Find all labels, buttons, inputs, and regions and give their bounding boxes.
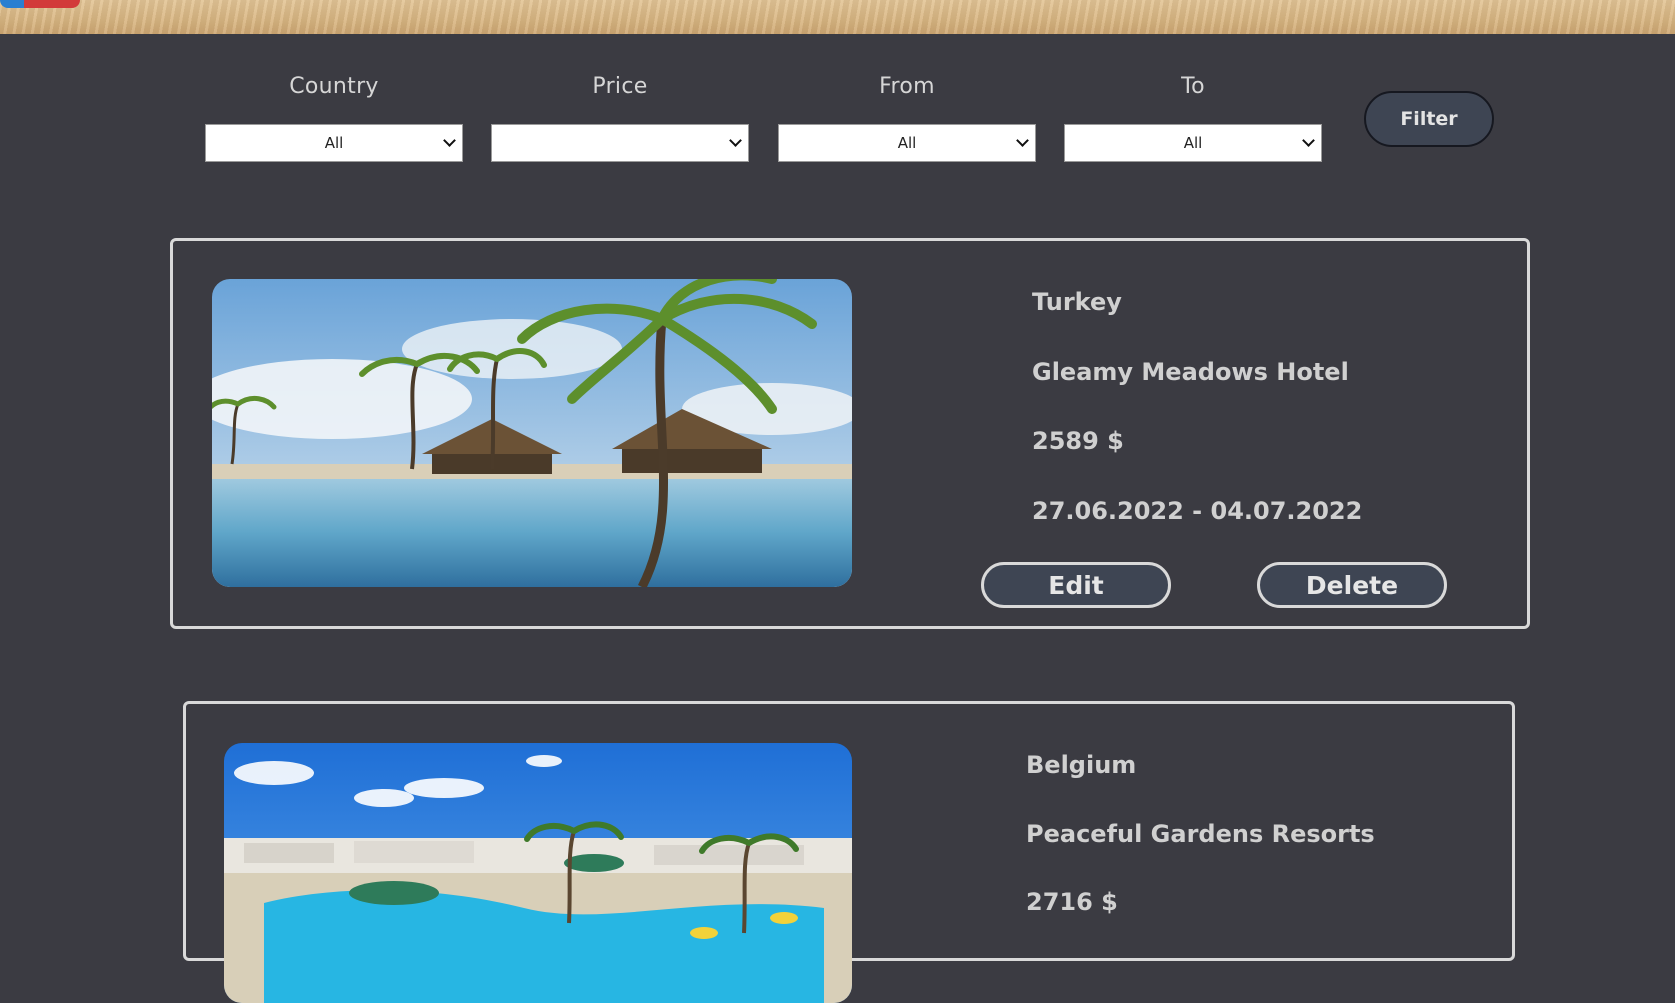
price-select[interactable]	[491, 124, 749, 162]
hotel-photo-illustration	[212, 279, 852, 587]
beach-towel-image	[0, 0, 80, 8]
hotel-photo-pool-palms	[212, 279, 852, 587]
beach-banner	[0, 0, 1675, 34]
chevron-down-icon	[729, 134, 742, 147]
offer-dates: 27.06.2022 - 04.07.2022	[1032, 497, 1363, 525]
chevron-down-icon	[1016, 134, 1029, 147]
price-filter-label: Price	[592, 74, 648, 99]
chevron-down-icon	[443, 134, 456, 147]
chevron-down-icon	[1302, 134, 1315, 147]
offer-price: 2716 $	[1026, 888, 1118, 916]
from-filter-label: From	[879, 74, 935, 99]
hotel-photo-resort-pool	[224, 743, 852, 1003]
country-select[interactable]: All	[205, 124, 463, 162]
country-filter-label: Country	[289, 74, 379, 99]
offer-hotel-name: Peaceful Gardens Resorts	[1026, 820, 1375, 848]
to-filter-label: To	[1181, 74, 1205, 99]
from-select[interactable]: All	[778, 124, 1036, 162]
offer-hotel-name: Gleamy Meadows Hotel	[1032, 358, 1349, 386]
filter-button[interactable]: Filter	[1364, 91, 1494, 147]
hotel-photo-illustration	[224, 743, 852, 1003]
from-select-value: All	[897, 134, 917, 152]
offer-card: Belgium Peaceful Gardens Resorts 2716 $	[183, 701, 1515, 1003]
to-select[interactable]: All	[1064, 124, 1322, 162]
offer-country: Belgium	[1026, 751, 1137, 779]
delete-button[interactable]: Delete	[1257, 562, 1447, 608]
offer-card: Turkey Gleamy Meadows Hotel 2589 $ 27.06…	[170, 238, 1530, 629]
to-select-value: All	[1183, 134, 1203, 152]
edit-button[interactable]: Edit	[981, 562, 1171, 608]
offer-country: Turkey	[1032, 288, 1122, 316]
offer-price: 2589 $	[1032, 427, 1124, 455]
country-select-value: All	[324, 134, 344, 152]
